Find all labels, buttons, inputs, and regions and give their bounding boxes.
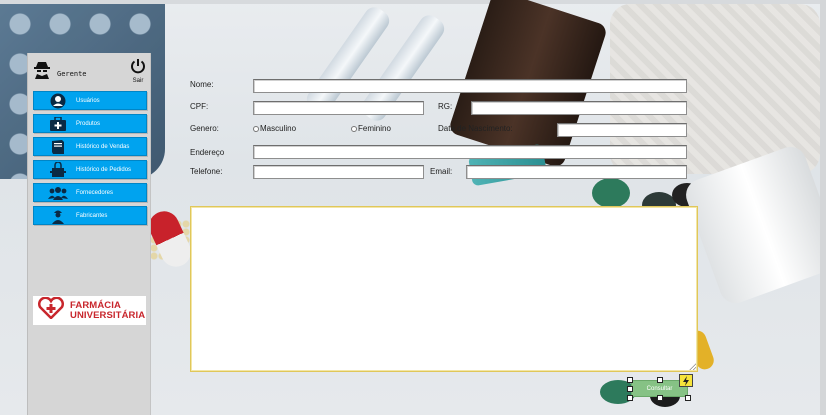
radio-feminino[interactable]: Feminino (351, 124, 391, 133)
sidebar-item-label: Histórico de Pedidos (76, 166, 132, 173)
sidebar-item-fabricantes[interactable]: Fabricantes (33, 206, 147, 225)
selection-handle[interactable] (657, 377, 663, 383)
sidebar-item-label: Fabricantes (76, 212, 108, 219)
cpf-field[interactable] (253, 101, 424, 115)
group-icon (48, 185, 68, 201)
selection-handle[interactable] (685, 395, 691, 401)
telefone-label: Telefone: (190, 167, 223, 176)
logo-text: FARMÁCIA UNIVERSITÁRIA (70, 300, 146, 321)
heart-logo-icon (37, 296, 65, 324)
book-icon (48, 139, 68, 155)
sidebar-item-historico-vendas[interactable]: Histórico de Vendas (33, 137, 147, 156)
sidebar-item-label: Usuários (76, 97, 100, 104)
selection-handle[interactable] (627, 386, 633, 392)
selection-handle[interactable] (627, 395, 633, 401)
radio-circle[interactable] (351, 125, 357, 132)
sidebar-item-label: Produtos (76, 120, 101, 127)
sidebar-item-label: Histórico de Vendas (76, 143, 130, 150)
logout-button[interactable]: Sair (128, 58, 148, 84)
spy-user-icon (33, 61, 51, 79)
endereco-label: Endereço (190, 148, 225, 157)
radio-masculino[interactable]: Masculino (253, 124, 296, 133)
worker-icon (48, 208, 68, 224)
nascimento-label: Data de Nascimento: (438, 124, 513, 133)
email-label: Email: (430, 167, 453, 176)
sidebar-item-usuarios[interactable]: Usuários (33, 91, 147, 110)
rg-label: RG: (438, 102, 453, 111)
pill (592, 178, 630, 208)
cpf-label: CPF: (190, 102, 209, 111)
nome-field[interactable] (253, 79, 687, 93)
rg-field[interactable] (471, 101, 687, 115)
resize-grip-icon[interactable] (689, 363, 696, 370)
sidebar-item-historico-pedidos[interactable]: Histórico de Pedidos (33, 160, 147, 179)
lightning-icon[interactable] (679, 374, 693, 387)
selection-handle[interactable] (657, 395, 663, 401)
endereco-field[interactable] (253, 145, 687, 159)
sidebar-item-produtos[interactable]: Produtos (33, 114, 147, 133)
radio-circle[interactable] (253, 125, 259, 132)
logo-line-2: UNIVERSITÁRIA (70, 309, 146, 321)
medical-kit-icon (48, 116, 68, 132)
radio-feminino-label: Feminino (358, 124, 391, 133)
consultar-label: Consultar (646, 385, 673, 392)
nome-label: Nome: (190, 80, 214, 89)
power-icon (130, 59, 146, 78)
user-role-label: Gerente (57, 70, 87, 78)
results-table-area[interactable] (190, 206, 698, 372)
logout-label: Sair (132, 78, 144, 84)
shopping-bag-icon (48, 161, 68, 178)
genero-label: Genero: (190, 124, 219, 133)
selection-handle[interactable] (627, 377, 633, 383)
frame-right (820, 0, 826, 415)
farmacia-universitaria-logo: FARMÁCIA UNIVERSITÁRIA (33, 296, 146, 325)
nascimento-field[interactable] (557, 123, 687, 137)
user-icon (48, 93, 68, 109)
sidebar: Gerente Sair Usuários Produtos Histórico… (27, 53, 151, 415)
radio-masculino-label: Masculino (260, 124, 297, 133)
email-field[interactable] (466, 165, 687, 179)
telefone-field[interactable] (253, 165, 424, 179)
sidebar-item-fornecedores[interactable]: Fornecedores (33, 183, 147, 202)
sidebar-item-label: Fornecedores (76, 189, 114, 196)
